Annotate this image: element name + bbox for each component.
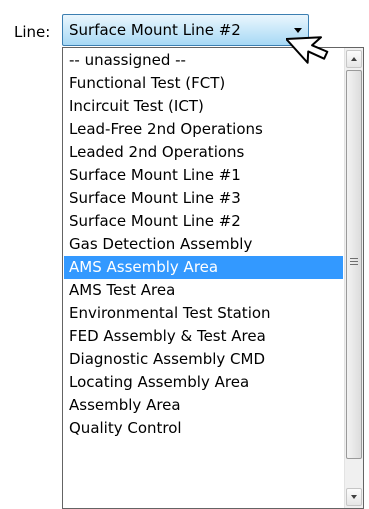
dropdown-option[interactable]: Leaded 2nd Operations (64, 141, 343, 164)
dropdown-option[interactable]: Locating Assembly Area (64, 371, 343, 394)
dropdown-option[interactable]: AMS Test Area (64, 279, 343, 302)
dropdown-option[interactable]: Diagnostic Assembly CMD (64, 348, 343, 371)
screenshot-root: Line: Surface Mount Line #2 -- unassigne… (0, 0, 369, 509)
dropdown-option[interactable]: AMS Assembly Area (64, 256, 343, 279)
dropdown-option[interactable]: Surface Mount Line #3 (64, 187, 343, 210)
dropdown-option[interactable]: Surface Mount Line #1 (64, 164, 343, 187)
scroll-up-button[interactable] (346, 50, 362, 68)
dropdown-option[interactable]: FED Assembly & Test Area (64, 325, 343, 348)
dropdown-option[interactable]: Incircuit Test (ICT) (64, 95, 343, 118)
dropdown-option[interactable]: Assembly Area (64, 394, 343, 417)
scroll-down-button[interactable] (346, 488, 362, 506)
dropdown-options: -- unassigned -- Functional Test (FCT) Inc… (63, 48, 344, 508)
grip-line (350, 264, 358, 265)
mouse-pointer-icon (286, 36, 329, 64)
grip-line (350, 258, 358, 259)
dropdown-option[interactable]: Quality Control (64, 417, 343, 440)
dropdown-option[interactable]: Lead-Free 2nd Operations (64, 118, 343, 141)
line-select[interactable]: Surface Mount Line #2 (62, 14, 309, 46)
dropdown-option[interactable]: Surface Mount Line #2 (64, 210, 343, 233)
scroll-thumb[interactable] (346, 70, 362, 459)
line-label: Line: (14, 23, 51, 41)
line-select-value: Surface Mount Line #2 (69, 21, 241, 39)
arrow-down-icon (351, 495, 357, 499)
dropdown-option[interactable]: Gas Detection Assembly (64, 233, 343, 256)
line-dropdown-list[interactable]: -- unassigned -- Functional Test (FCT) Inc… (62, 47, 364, 509)
dropdown-scrollbar[interactable] (344, 48, 363, 508)
arrow-up-icon (351, 57, 357, 61)
grip-line (350, 261, 358, 262)
dropdown-option[interactable]: Environmental Test Station (64, 302, 343, 325)
